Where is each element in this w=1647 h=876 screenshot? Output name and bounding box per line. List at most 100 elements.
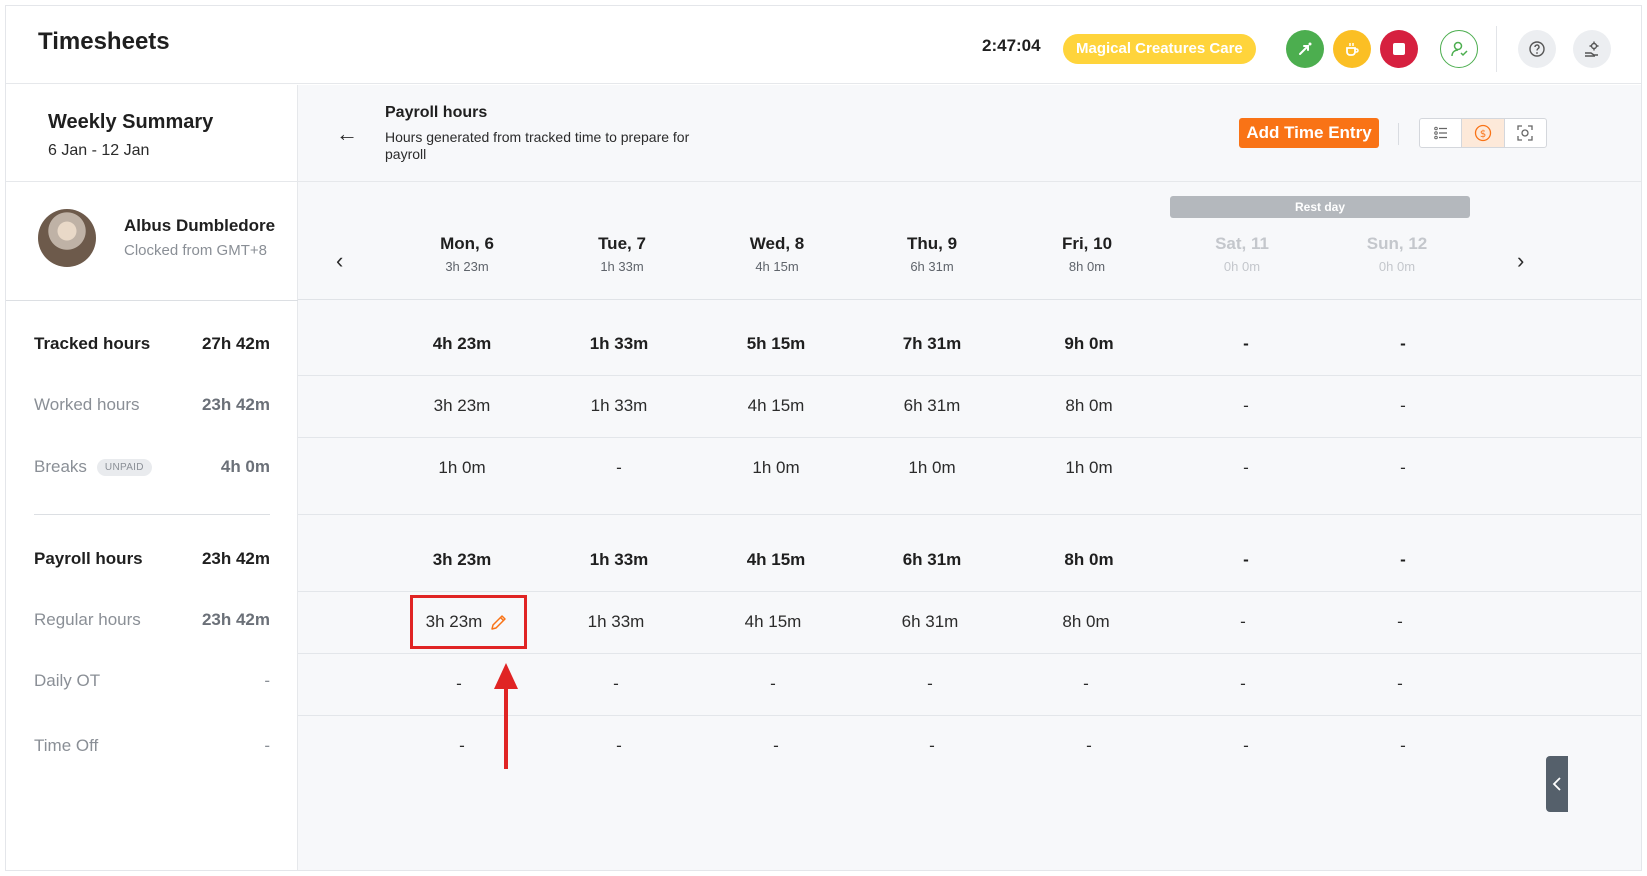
day-total: 6h 31m bbox=[910, 259, 954, 274]
running-timer: 2:47:04 bbox=[982, 36, 1041, 55]
row-divider bbox=[298, 591, 1641, 592]
screenshot-view-button[interactable] bbox=[1505, 119, 1546, 147]
list-view-button[interactable] bbox=[1420, 119, 1463, 147]
day-name: Tue, 7 bbox=[598, 234, 646, 253]
stat-label: Time Off bbox=[34, 736, 99, 755]
cell: - bbox=[459, 736, 465, 755]
stat-breaks: Breaks UNPAID 4h 0m bbox=[34, 455, 270, 479]
cell: - bbox=[1400, 736, 1406, 755]
payroll-hours-row: 3h 23m 1h 33m 4h 15m 6h 31m 8h 0m - - bbox=[298, 550, 1641, 574]
stat-payroll-hours: Payroll hours 23h 42m bbox=[34, 547, 270, 571]
day-name: Mon, 6 bbox=[440, 234, 494, 253]
week-range: 6 Jan - 12 Jan bbox=[48, 142, 150, 159]
annotation-highlight-box bbox=[410, 595, 527, 649]
day-name: Sat, 11 bbox=[1215, 234, 1269, 253]
add-time-entry-button[interactable]: Add Time Entry bbox=[1239, 118, 1379, 148]
list-icon bbox=[1433, 126, 1447, 140]
cell: - bbox=[1243, 736, 1249, 755]
cell: 5h 15m bbox=[746, 334, 806, 353]
cell: - bbox=[1083, 674, 1089, 693]
cell: 6h 31m bbox=[903, 396, 961, 415]
day-total: 3h 23m bbox=[445, 259, 489, 274]
day-header-wed: Wed, 8 4h 15m bbox=[707, 234, 847, 274]
weekly-summary-title: Weekly Summary bbox=[48, 111, 214, 133]
cell: 3h 23m bbox=[433, 396, 491, 415]
stat-value: 23h 42m bbox=[201, 610, 270, 629]
row-divider bbox=[298, 437, 1641, 438]
chevron-left-icon bbox=[1552, 777, 1561, 791]
cell: - bbox=[1240, 612, 1246, 631]
next-week-button[interactable]: › bbox=[1517, 248, 1524, 274]
cell: - bbox=[1397, 674, 1403, 693]
help-button[interactable] bbox=[1518, 30, 1556, 68]
cell: 1h 33m bbox=[587, 612, 645, 631]
weekly-summary-panel: Weekly Summary 6 Jan - 12 Jan Albus Dumb… bbox=[6, 85, 298, 870]
divider bbox=[34, 514, 270, 515]
dollar-circle-icon: $ bbox=[1474, 124, 1492, 142]
day-header-sun: Sun, 12 0h 0m bbox=[1327, 234, 1467, 274]
stat-label: Payroll hours bbox=[34, 549, 143, 568]
divider bbox=[298, 181, 1641, 182]
stat-daily-ot: Daily OT - bbox=[34, 669, 270, 693]
cell: 4h 23m bbox=[432, 334, 492, 353]
cell: 1h 33m bbox=[589, 334, 649, 353]
stat-time-off: Time Off - bbox=[34, 734, 270, 758]
cell: - bbox=[927, 674, 933, 693]
header-divider bbox=[1496, 26, 1497, 72]
day-total: 0h 0m bbox=[1223, 259, 1261, 274]
stat-regular-hours: Regular hours 23h 42m bbox=[34, 608, 270, 632]
cell: - bbox=[929, 736, 935, 755]
day-total: 0h 0m bbox=[1378, 259, 1416, 274]
day-name: Wed, 8 bbox=[749, 234, 805, 253]
current-project-pill[interactable]: Magical Creatures Care bbox=[1063, 34, 1256, 64]
stat-label: Breaks bbox=[34, 457, 87, 476]
switch-activity-button[interactable] bbox=[1286, 30, 1324, 68]
stat-worked-hours: Worked hours 23h 42m bbox=[34, 393, 270, 417]
stop-timer-button[interactable] bbox=[1380, 30, 1418, 68]
cell: 8h 0m bbox=[1064, 550, 1114, 569]
divider bbox=[6, 300, 298, 301]
back-button[interactable]: ← bbox=[336, 121, 358, 147]
cell: 1h 0m bbox=[1065, 458, 1113, 477]
cell: - bbox=[773, 736, 779, 755]
day-header-mon: Mon, 6 3h 23m bbox=[397, 234, 537, 274]
cell: - bbox=[1243, 550, 1249, 569]
worked-hours-row: 3h 23m 1h 33m 4h 15m 6h 31m 8h 0m - - bbox=[298, 396, 1641, 420]
svg-text:$: $ bbox=[1480, 129, 1486, 140]
cell: 4h 15m bbox=[746, 550, 806, 569]
unpaid-badge: UNPAID bbox=[96, 458, 152, 476]
screenshot-icon bbox=[1517, 125, 1533, 141]
rest-day-label: Rest day bbox=[1170, 196, 1470, 218]
break-button[interactable] bbox=[1333, 30, 1371, 68]
toolbar-divider bbox=[1398, 123, 1399, 145]
prev-week-button[interactable]: ‹ bbox=[336, 248, 343, 274]
cell: - bbox=[1243, 334, 1249, 353]
cell: - bbox=[1397, 612, 1403, 631]
stat-label: Regular hours bbox=[34, 610, 141, 629]
cell: 3h 23m bbox=[432, 550, 492, 569]
day-header-sat: Sat, 11 0h 0m bbox=[1172, 234, 1312, 274]
cell: - bbox=[1240, 674, 1246, 693]
cell: 6h 31m bbox=[902, 550, 962, 569]
stat-label: Tracked hours bbox=[34, 334, 151, 353]
day-header-tue: Tue, 7 1h 33m bbox=[552, 234, 692, 274]
stat-value: 4h 0m bbox=[220, 457, 270, 476]
stat-value: - bbox=[264, 736, 270, 755]
breaks-row: 1h 0m - 1h 0m 1h 0m 1h 0m - - bbox=[298, 458, 1641, 482]
stat-label-group: Breaks UNPAID bbox=[34, 457, 152, 477]
stat-label: Worked hours bbox=[34, 395, 140, 414]
stat-tracked-hours: Tracked hours 27h 42m bbox=[34, 332, 270, 356]
settings-button[interactable] bbox=[1573, 30, 1611, 68]
cell: - bbox=[770, 674, 776, 693]
side-panel-toggle[interactable] bbox=[1546, 756, 1568, 812]
user-timezone: Clocked from GMT+8 bbox=[124, 242, 267, 259]
stat-value: 27h 42m bbox=[201, 334, 270, 353]
day-name: Sun, 12 bbox=[1366, 234, 1428, 253]
tracked-hours-row: 4h 23m 1h 33m 5h 15m 7h 31m 9h 0m - - bbox=[298, 334, 1641, 358]
switch-activity-icon bbox=[1299, 42, 1312, 55]
user-status-button[interactable] bbox=[1440, 30, 1478, 68]
row-divider bbox=[298, 514, 1641, 515]
payroll-view-button[interactable]: $ bbox=[1462, 119, 1505, 147]
cell: - bbox=[1400, 396, 1406, 415]
top-bar: Timesheets 2:47:04 Magical Creatures Car… bbox=[6, 6, 1641, 84]
